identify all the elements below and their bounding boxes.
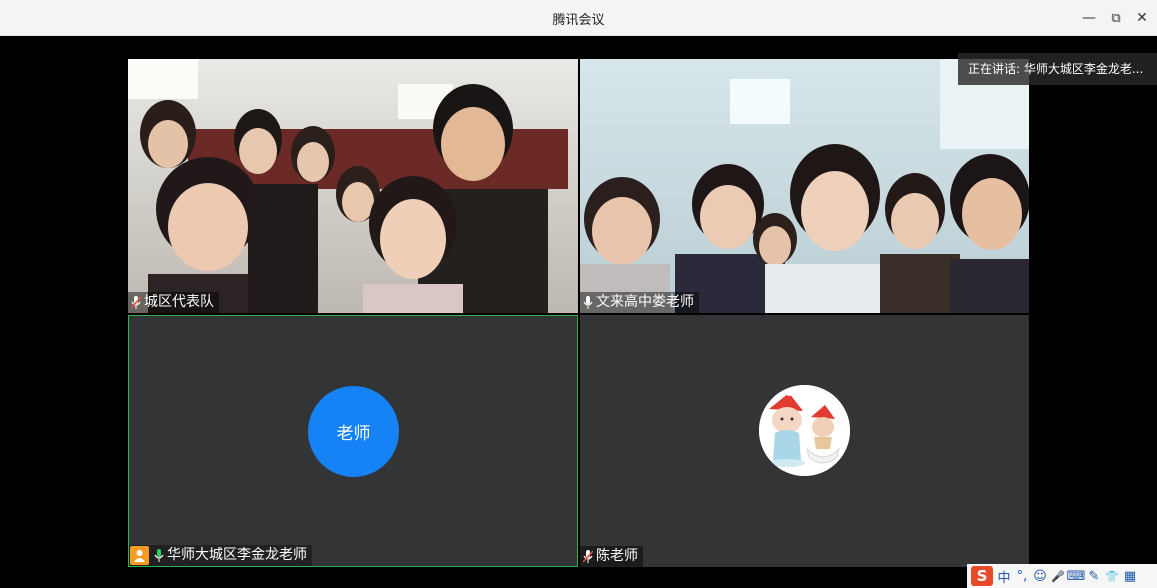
participant-name-tag: 城区代表队 xyxy=(128,292,219,313)
ime-toolbar[interactable]: S 中 °, ☺ 🎤 ⌨ ✎ 👕 ▦ xyxy=(967,564,1157,588)
voice-input-icon[interactable]: 🎤 xyxy=(1051,570,1065,583)
window-title: 腾讯会议 xyxy=(552,13,605,28)
minimize-button[interactable]: — xyxy=(1078,7,1100,29)
participant-name: 华师大城区李金龙老师 xyxy=(167,547,307,563)
grid-menu-icon[interactable]: ▦ xyxy=(1123,569,1137,584)
cartoon-figures-icon xyxy=(759,385,850,476)
keyboard-icon[interactable]: ⌨ xyxy=(1067,569,1086,584)
ime-punctuation-toggle[interactable]: °, xyxy=(1015,569,1029,584)
emoji-icon[interactable]: ☺ xyxy=(1033,569,1047,584)
speaking-indicator: 正在讲话: 华师大城区李金龙老... xyxy=(958,53,1157,85)
participant-name-tag: 文来高中娄老师 xyxy=(580,292,699,313)
mic-muted-icon xyxy=(131,296,141,309)
participant-name: 城区代表队 xyxy=(144,294,214,310)
avatar xyxy=(759,385,850,476)
mic-active-icon xyxy=(154,549,164,562)
participant-tile-video[interactable]: 文来高中娄老师 xyxy=(580,59,1029,313)
participant-name: 文来高中娄老师 xyxy=(596,294,694,310)
participant-tile[interactable]: 陈老师 xyxy=(580,315,1029,567)
skin-icon[interactable]: 👕 xyxy=(1105,570,1119,583)
participant-name: 陈老师 xyxy=(596,548,638,564)
video-feed xyxy=(580,59,1029,313)
avatar: 老师 xyxy=(308,386,399,477)
close-button[interactable]: ✕ xyxy=(1131,7,1153,29)
host-icon xyxy=(130,546,149,565)
ime-logo-icon[interactable]: S xyxy=(971,566,993,586)
ime-mode-toggle[interactable]: 中 xyxy=(997,567,1011,586)
mic-muted-icon xyxy=(583,550,593,563)
participant-name-tag: 华师大城区李金龙老师 xyxy=(129,545,312,566)
mic-icon xyxy=(583,296,593,309)
participant-tile-active-speaker[interactable]: 老师 华师大城区李金龙老师 xyxy=(128,315,578,567)
participant-name-tag: 陈老师 xyxy=(580,546,643,567)
video-feed xyxy=(128,59,578,313)
participant-tile-video[interactable]: 城区代表队 xyxy=(128,59,578,313)
restore-button[interactable]: ⧉ xyxy=(1105,7,1127,29)
window-titlebar: 腾讯会议 — ⧉ ✕ xyxy=(0,0,1157,36)
tools-icon[interactable]: ✎ xyxy=(1087,569,1101,584)
